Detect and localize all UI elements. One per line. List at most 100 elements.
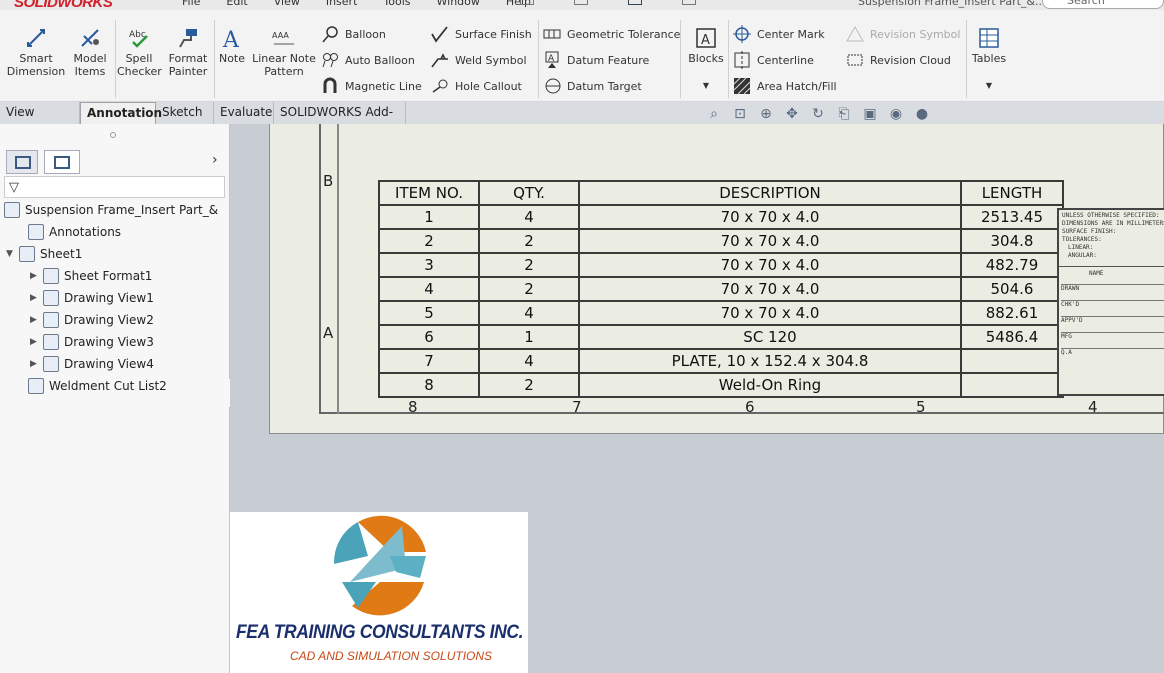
centerline-button[interactable]: Centerline bbox=[733, 51, 814, 69]
zoom-in-out-icon[interactable]: ⊕ bbox=[756, 105, 776, 123]
bom-cell[interactable]: 70 x 70 x 4.0 bbox=[578, 276, 962, 302]
menu-edit[interactable]: Edit bbox=[226, 0, 247, 8]
tree-item-sheet[interactable]: ▼ Sheet1 bbox=[6, 244, 82, 264]
chevron-down-icon[interactable]: ▼ bbox=[970, 79, 1008, 92]
bom-cell[interactable]: 882.61 bbox=[960, 300, 1064, 326]
menu-window[interactable]: Window bbox=[437, 0, 480, 8]
pan-icon[interactable]: ✥ bbox=[782, 105, 802, 123]
tab-evaluate[interactable]: Evaluate bbox=[214, 102, 274, 124]
bom-row[interactable]: 8 2 Weld-On Ring bbox=[378, 372, 1064, 398]
bom-cell[interactable]: 304.8 bbox=[960, 228, 1064, 254]
feature-manager-tab[interactable] bbox=[6, 150, 38, 174]
blocks-button[interactable]: A Blocks ▼ bbox=[686, 26, 726, 92]
chevron-right-icon[interactable]: ▶ bbox=[30, 293, 38, 303]
bom-cell[interactable]: 6 bbox=[378, 324, 480, 350]
bom-cell[interactable] bbox=[960, 372, 1064, 398]
solidworks-logo[interactable]: SOLIDWORKS bbox=[14, 0, 113, 10]
bom-cell[interactable]: 70 x 70 x 4.0 bbox=[578, 252, 962, 278]
bom-cell[interactable]: 4 bbox=[478, 300, 580, 326]
bom-cell[interactable]: 504.6 bbox=[960, 276, 1064, 302]
tree-item-drawing-view4[interactable]: ▶ Drawing View4 bbox=[30, 354, 154, 374]
new-icon[interactable] bbox=[520, 0, 534, 5]
hide-show-icon[interactable]: ◉ bbox=[886, 105, 906, 123]
center-mark-button[interactable]: Center Mark bbox=[733, 25, 825, 43]
revision-cloud-button[interactable]: Revision Cloud bbox=[846, 51, 951, 69]
menu-view[interactable]: View bbox=[274, 0, 300, 8]
spell-checker-button[interactable]: Abc Spell Checker bbox=[117, 26, 162, 78]
bom-cell[interactable]: 1 bbox=[478, 324, 580, 350]
bom-header-description[interactable]: DESCRIPTION bbox=[578, 180, 962, 206]
bom-cell[interactable]: Weld-On Ring bbox=[578, 372, 962, 398]
linear-note-pattern-button[interactable]: AAA Linear Note Pattern bbox=[250, 26, 318, 78]
auto-balloon-button[interactable]: Auto Balloon bbox=[321, 51, 415, 69]
tree-item-weldment-cut-list[interactable]: Weldment Cut List2 bbox=[28, 376, 167, 396]
bom-cell[interactable] bbox=[960, 348, 1064, 374]
bom-cell[interactable]: PLATE, 10 x 152.4 x 304.8 bbox=[578, 348, 962, 374]
tab-annotation[interactable]: Annotation bbox=[80, 102, 162, 124]
tab-view-layout[interactable]: View Layout bbox=[0, 102, 80, 140]
model-items-button[interactable]: Model Items bbox=[68, 26, 112, 78]
note-button[interactable]: A Note bbox=[216, 26, 248, 65]
bom-cell[interactable]: 1 bbox=[378, 204, 480, 230]
bom-cell[interactable]: 2513.45 bbox=[960, 204, 1064, 230]
menu-tools[interactable]: Tools bbox=[383, 0, 410, 8]
bom-cell[interactable]: 2 bbox=[478, 372, 580, 398]
bom-cell[interactable]: 4 bbox=[378, 276, 480, 302]
print-icon[interactable] bbox=[682, 0, 696, 5]
tree-item-drawing-view1[interactable]: ▶ Drawing View1 bbox=[30, 288, 154, 308]
bom-header-item-no-[interactable]: ITEM NO. bbox=[378, 180, 480, 206]
bom-row[interactable]: 3 2 70 x 70 x 4.0 482.79 bbox=[378, 252, 1064, 278]
balloon-button[interactable]: Balloon bbox=[321, 25, 386, 43]
tree-item-drawing-view2[interactable]: ▶ Drawing View2 bbox=[30, 310, 154, 330]
format-painter-button[interactable]: Format Painter bbox=[165, 26, 211, 78]
bom-row[interactable]: 1 4 70 x 70 x 4.0 2513.45 bbox=[378, 204, 1064, 230]
zoom-to-fit-icon[interactable]: ⌕ bbox=[704, 105, 724, 123]
bom-cell[interactable]: 5 bbox=[378, 300, 480, 326]
search-input[interactable]: Search SOLIDWORKS bbox=[1042, 0, 1164, 10]
bom-cell[interactable]: SC 120 bbox=[578, 324, 962, 350]
datum-feature-button[interactable]: A Datum Feature bbox=[543, 51, 649, 69]
chevron-right-icon[interactable]: › bbox=[212, 152, 218, 168]
tables-button[interactable]: Tables ▼ bbox=[970, 26, 1008, 92]
tab-sketch[interactable]: Sketch bbox=[156, 102, 214, 124]
panel-grip[interactable] bbox=[110, 132, 116, 138]
bom-row[interactable]: 7 4 PLATE, 10 x 152.4 x 304.8 bbox=[378, 348, 1064, 374]
tree-item-drawing-view3[interactable]: ▶ Drawing View3 bbox=[30, 332, 154, 352]
appearance-icon[interactable]: ● bbox=[912, 105, 932, 123]
menu-insert[interactable]: Insert bbox=[326, 0, 358, 8]
geometric-tolerance-button[interactable]: Geometric Tolerance bbox=[543, 25, 680, 43]
display-style-icon[interactable]: ▣ bbox=[860, 105, 880, 123]
bom-cell[interactable]: 482.79 bbox=[960, 252, 1064, 278]
chevron-right-icon[interactable]: ▶ bbox=[30, 315, 38, 325]
chevron-down-icon[interactable]: ▼ bbox=[6, 249, 14, 259]
bom-row[interactable]: 6 1 SC 120 5486.4 bbox=[378, 324, 1064, 350]
save-icon[interactable] bbox=[628, 0, 642, 5]
bom-cell[interactable]: 2 bbox=[478, 252, 580, 278]
tab-solidworks-add-ins[interactable]: SOLIDWORKS Add-Ins bbox=[274, 102, 406, 140]
bom-header-length[interactable]: LENGTH bbox=[960, 180, 1064, 206]
bom-cell[interactable]: 3 bbox=[378, 252, 480, 278]
bom-cell[interactable]: 5486.4 bbox=[960, 324, 1064, 350]
revision-symbol-button[interactable]: Revision Symbol bbox=[846, 25, 960, 43]
bom-cell[interactable]: 2 bbox=[378, 228, 480, 254]
bom-row[interactable]: 4 2 70 x 70 x 4.0 504.6 bbox=[378, 276, 1064, 302]
area-hatch-button[interactable]: Area Hatch/Fill bbox=[733, 77, 837, 95]
bom-row[interactable]: 2 2 70 x 70 x 4.0 304.8 bbox=[378, 228, 1064, 254]
bom-cell[interactable]: 2 bbox=[478, 276, 580, 302]
tree-item-root[interactable]: Suspension Frame_Insert Part_& bbox=[4, 200, 218, 220]
bom-cell[interactable]: 2 bbox=[478, 228, 580, 254]
bom-cell[interactable]: 8 bbox=[378, 372, 480, 398]
weld-symbol-button[interactable]: Weld Symbol bbox=[431, 51, 527, 69]
property-manager-tab[interactable] bbox=[44, 150, 80, 174]
tree-item-annotations[interactable]: Annotations bbox=[28, 222, 121, 242]
surface-finish-button[interactable]: Surface Finish bbox=[431, 25, 532, 43]
bom-cell[interactable]: 4 bbox=[478, 348, 580, 374]
bom-row[interactable]: 5 4 70 x 70 x 4.0 882.61 bbox=[378, 300, 1064, 326]
bom-cell[interactable]: 70 x 70 x 4.0 bbox=[578, 228, 962, 254]
bill-of-materials-table[interactable]: ITEM NO. QTY. DESCRIPTION LENGTH 1 4 70 x 70 … bbox=[378, 180, 1064, 398]
bom-cell[interactable]: 70 x 70 x 4.0 bbox=[578, 300, 962, 326]
chevron-right-icon[interactable]: ▶ bbox=[30, 337, 38, 347]
open-icon[interactable] bbox=[574, 0, 588, 5]
chevron-down-icon[interactable]: ▼ bbox=[686, 79, 726, 92]
bom-cell[interactable]: 4 bbox=[478, 204, 580, 230]
